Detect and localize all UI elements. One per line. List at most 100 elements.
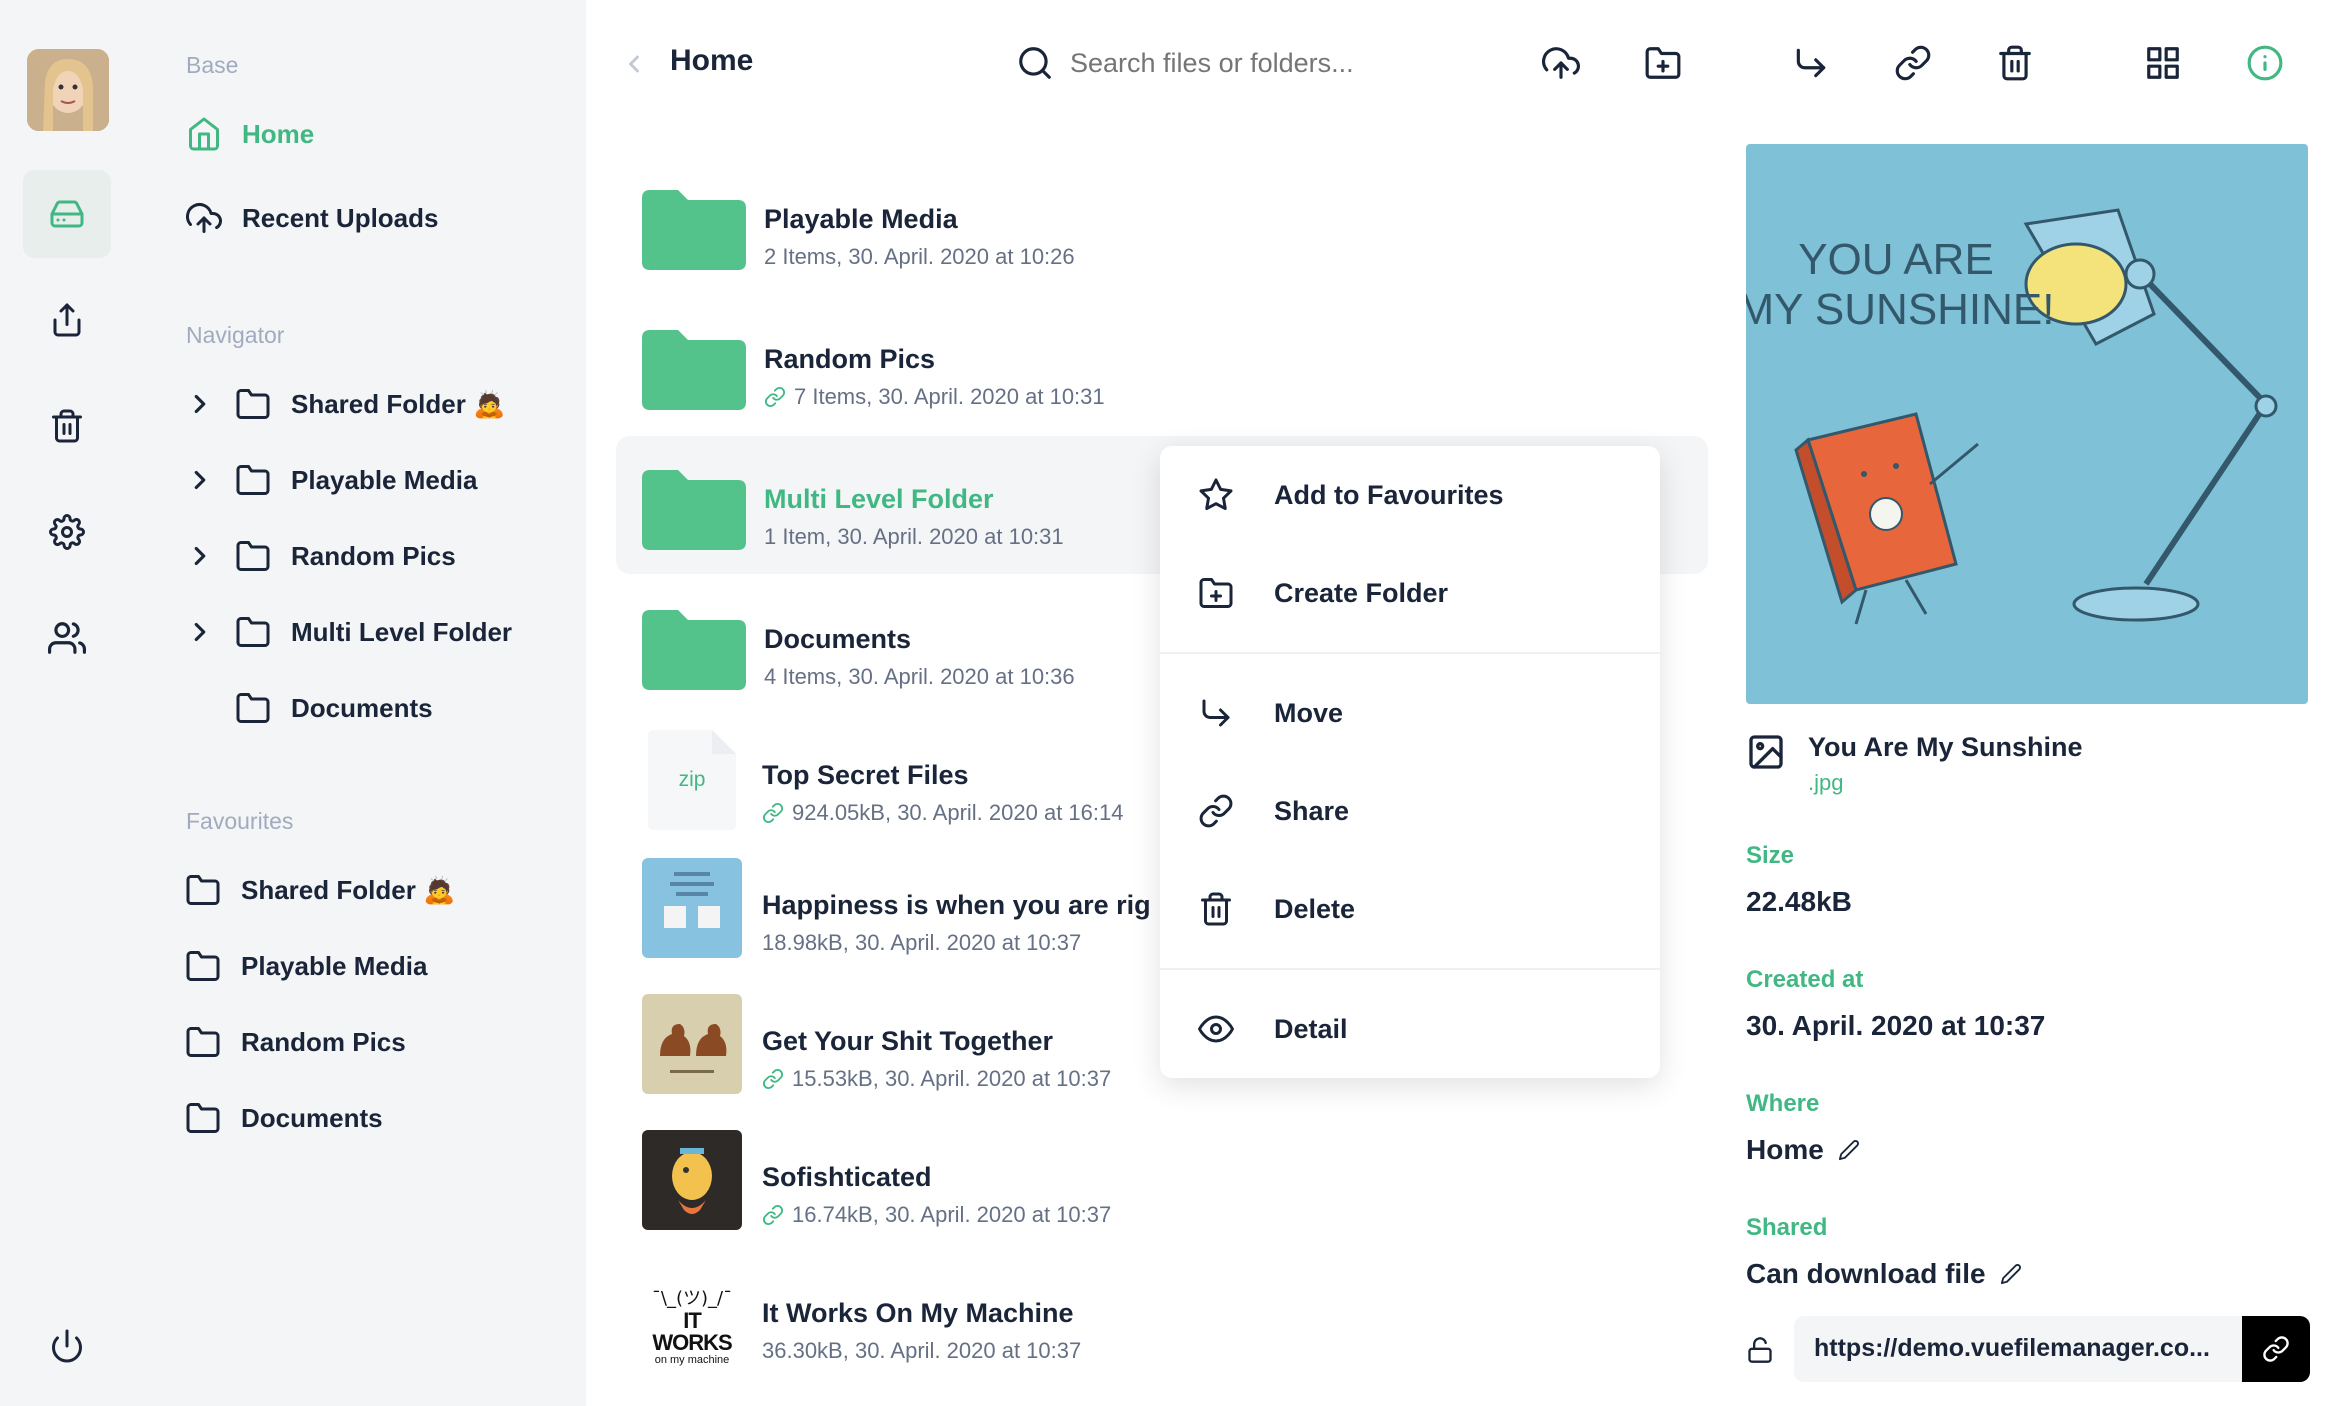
menu-item-delete[interactable]: Delete xyxy=(1160,860,1660,958)
sidebar-item-home[interactable]: Home xyxy=(186,116,314,152)
rail-logout-button[interactable] xyxy=(23,1302,111,1390)
folder-icon xyxy=(236,465,270,495)
created-label: Created at xyxy=(1746,966,1864,993)
file-name: Sofishticated xyxy=(762,1162,932,1192)
file-meta: 36.30kB, 30. April. 2020 at 10:37 xyxy=(762,1338,1082,1363)
folder-icon xyxy=(186,1103,220,1133)
file-meta: 1 Item, 30. April. 2020 at 10:31 xyxy=(764,524,1064,549)
where-value: Home xyxy=(1746,1134,1824,1165)
pencil-icon[interactable] xyxy=(1838,1139,1860,1161)
file-row-sofishticated[interactable]: Sofishticated 16.74kB, 30. April. 2020 a… xyxy=(616,1114,1708,1252)
sidebar-item-recent-uploads[interactable]: Recent Uploads xyxy=(186,200,439,236)
file-meta: 7 Items, 30. April. 2020 at 10:31 xyxy=(764,384,1105,410)
file-meta: 18.98kB, 30. April. 2020 at 10:37 xyxy=(762,930,1082,955)
menu-divider xyxy=(1160,968,1660,970)
navigator-item-label: Random Pics xyxy=(291,540,456,571)
menu-item-add-to-favourites[interactable]: Add to Favourites xyxy=(1160,446,1660,544)
favourite-item-documents[interactable]: Documents xyxy=(185,1100,383,1136)
link-icon xyxy=(762,802,784,824)
favourite-item-playable-media[interactable]: Playable Media xyxy=(185,948,427,984)
menu-item-move[interactable]: Move xyxy=(1160,664,1660,762)
folder-icon xyxy=(186,1027,220,1057)
icon-rail xyxy=(0,0,135,1406)
trash-icon xyxy=(52,409,82,443)
chevron-right-icon[interactable] xyxy=(185,541,215,571)
link-icon xyxy=(762,1204,784,1226)
where-row[interactable]: Home xyxy=(1746,1134,1860,1166)
folder-icon xyxy=(236,541,270,571)
image-file-icon xyxy=(1749,735,1783,769)
preview-text-line-2: MY SUNSHINE! xyxy=(1746,285,2055,334)
pencil-icon[interactable] xyxy=(2000,1263,2022,1285)
detail-panel: YOU ARE MY SUNSHINE! You Are My Sunshine… xyxy=(1746,0,2336,1406)
menu-item-label: Detail xyxy=(1274,1013,1348,1044)
favourite-item-shared-folder[interactable]: Shared Folder 🙇 xyxy=(185,872,455,908)
share-icon xyxy=(53,303,81,337)
navigator-item-label: Documents xyxy=(291,692,433,723)
share-link-url: https://demo.vuefilemanager.co... xyxy=(1814,1334,2210,1362)
menu-item-label: Create Folder xyxy=(1274,577,1449,608)
menu-item-detail[interactable]: Detail xyxy=(1160,980,1660,1078)
navigator-item-shared-folder[interactable]: Shared Folder 🙇 xyxy=(185,386,505,422)
file-row-random-pics[interactable]: Random Pics 7 Items, 30. April. 2020 at … xyxy=(616,296,1708,434)
menu-item-share[interactable]: Share xyxy=(1160,762,1660,860)
link-icon xyxy=(2263,1336,2289,1362)
shared-label: Shared xyxy=(1746,1214,1828,1241)
navigator-item-label: Multi Level Folder xyxy=(291,616,513,647)
users-icon xyxy=(48,622,86,654)
favourite-item-label: Random Pics xyxy=(241,1026,406,1057)
chevron-right-icon[interactable] xyxy=(185,465,215,495)
file-name: It Works On My Machine xyxy=(762,1298,1074,1328)
folder-icon xyxy=(236,693,270,723)
shared-value: Can download file xyxy=(1746,1258,1986,1289)
section-title-navigator: Navigator xyxy=(186,322,285,348)
preview-text-line-1: YOU ARE xyxy=(1798,235,1994,284)
navigator-item-playable-media[interactable]: Playable Media xyxy=(185,462,477,498)
navigator-item-random-pics[interactable]: Random Pics xyxy=(185,538,456,574)
image-thumbnail xyxy=(642,994,742,1094)
folder-icon xyxy=(642,610,746,690)
home-icon xyxy=(189,117,219,151)
detail-file-ext: .jpg xyxy=(1808,770,1844,795)
hard-drive-icon xyxy=(50,200,84,228)
favourite-item-random-pics[interactable]: Random Pics xyxy=(185,1024,406,1060)
folder-icon xyxy=(186,875,220,905)
unlock-icon xyxy=(1748,1337,1772,1363)
share-link-field[interactable]: https://demo.vuefilemanager.co... xyxy=(1794,1316,2310,1382)
gear-icon xyxy=(49,514,85,550)
rail-users-button[interactable] xyxy=(23,594,111,682)
copy-link-button[interactable] xyxy=(2242,1316,2310,1382)
file-extension: zip xyxy=(678,768,706,791)
rail-settings-button[interactable] xyxy=(23,488,111,576)
navigator-item-label: Playable Media xyxy=(291,464,478,495)
created-value: 30. April. 2020 at 10:37 xyxy=(1746,1010,2046,1041)
image-thumbnail: ¯\_(ツ)_/¯ IT WORKS on my machine xyxy=(642,1266,742,1366)
chevron-right-icon[interactable] xyxy=(185,617,215,647)
file-name: Top Secret Files xyxy=(762,760,969,790)
file-name: Playable Media xyxy=(764,204,958,234)
menu-item-create-folder[interactable]: Create Folder xyxy=(1160,544,1660,642)
link-icon xyxy=(1199,794,1233,828)
folder-icon xyxy=(642,330,746,410)
image-preview: YOU ARE MY SUNSHINE! xyxy=(1746,144,2308,704)
where-label: Where xyxy=(1746,1090,1820,1117)
file-row-it-works[interactable]: ¯\_(ツ)_/¯ IT WORKS on my machine It Work… xyxy=(616,1250,1708,1388)
file-name: Random Pics xyxy=(764,344,936,374)
folder-icon xyxy=(642,190,746,270)
favourite-item-label: Playable Media xyxy=(241,950,428,981)
file-meta: 2 Items, 30. April. 2020 at 10:26 xyxy=(764,244,1075,269)
shared-row[interactable]: Can download file xyxy=(1746,1258,2022,1290)
rail-trash-button[interactable] xyxy=(23,382,111,470)
file-name: Happiness is when you are rig xyxy=(762,890,1151,920)
navigator-item-multi-level-folder[interactable]: Multi Level Folder xyxy=(185,614,512,650)
rail-files-button[interactable] xyxy=(23,170,111,258)
favourite-item-label: Shared Folder 🙇 xyxy=(241,874,456,905)
file-row-playable-media[interactable]: Playable Media 2 Items, 30. April. 2020 … xyxy=(616,156,1708,294)
chevron-right-icon[interactable] xyxy=(185,389,215,419)
section-title-favourites: Favourites xyxy=(186,808,294,834)
file-name: Get Your Shit Together xyxy=(762,1026,1054,1056)
upload-cloud-icon xyxy=(186,203,222,233)
rail-shared-button[interactable] xyxy=(23,276,111,364)
navigator-item-documents[interactable]: Documents xyxy=(235,690,433,726)
folder-icon xyxy=(642,470,746,550)
